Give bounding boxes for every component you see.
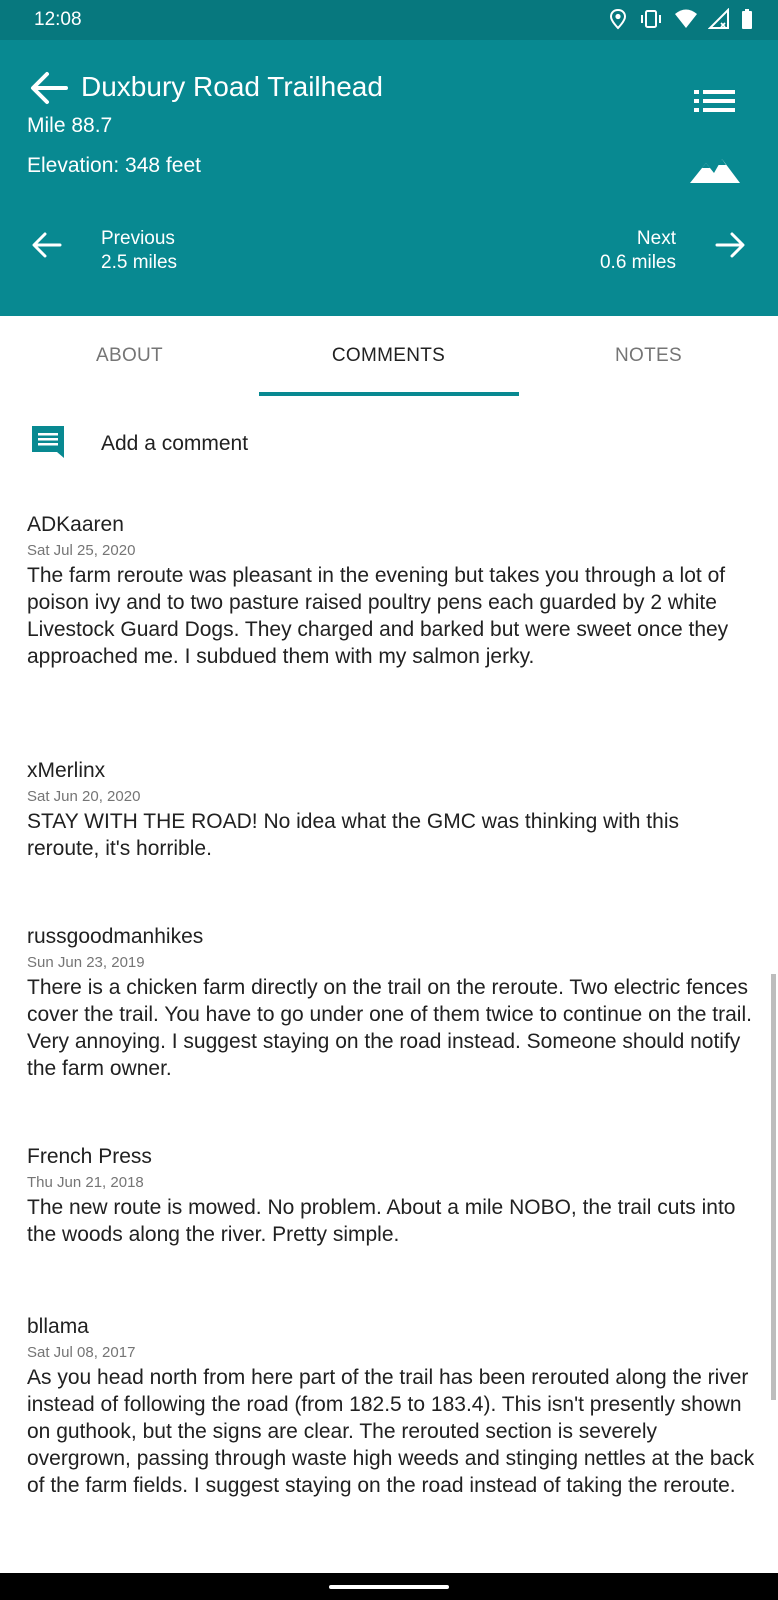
arrow-left-icon [31,72,68,104]
comment-date: Sun Jun 23, 2019 [27,954,145,971]
next-waypoint-button[interactable] [713,228,747,262]
mountain-icon [690,159,740,183]
tab-bar: ABOUT COMMENTS NOTES [0,316,778,396]
list-button[interactable] [692,82,740,122]
comment-icon [32,426,64,458]
previous-distance[interactable]: 2.5 miles [101,252,177,274]
status-bar: 12:08 [0,0,778,40]
vibrate-icon [641,10,661,28]
list-item: russgoodmanhikes Sun Jun 23, 2019 There … [27,922,757,1142]
previous-waypoint-button[interactable] [30,228,64,262]
battery-icon [742,9,752,29]
tab-comments[interactable]: COMMENTS [259,316,518,396]
active-tab-indicator [259,392,519,396]
previous-label[interactable]: Previous [101,228,175,250]
navigation-bar [0,1573,778,1600]
comment-date: Thu Jun 21, 2018 [27,1174,144,1191]
scrollbar[interactable] [771,974,776,1400]
comment-author: ADKaaren [27,513,124,536]
elevation-profile-button[interactable] [688,153,744,187]
comment-author: bllama [27,1315,89,1338]
list-item: ADKaaren Sat Jul 25, 2020 The farm rerou… [27,510,757,756]
comment-text: The new route is mowed. No problem. Abou… [27,1196,736,1246]
comment-text: The farm reroute was pleasant in the eve… [27,564,729,668]
comment-date: Sat Jul 25, 2020 [27,542,136,559]
tab-notes[interactable]: NOTES [519,316,778,396]
waypoint-header: Duxbury Road Trailhead Mile 88.7 Elevati… [0,40,778,316]
list-item: bllama Sat Jul 08, 2017 As you head nort… [27,1312,757,1499]
next-label[interactable]: Next [637,228,676,250]
comment-text: As you head north from here part of the … [27,1366,755,1497]
location-icon [609,8,627,30]
add-comment-label[interactable]: Add a comment [101,432,248,456]
mile-marker: Mile 88.7 [27,114,113,137]
tab-about[interactable]: ABOUT [0,316,259,396]
add-comment-button[interactable]: Add a comment [0,420,778,470]
back-button[interactable] [28,67,70,109]
wifi-icon [675,9,697,28]
comments-list: ADKaaren Sat Jul 25, 2020 The farm rerou… [27,510,757,1499]
list-item: French Press Thu Jun 21, 2018 The new ro… [27,1142,757,1312]
signal-icon [708,8,729,29]
status-time: 12:08 [34,9,82,30]
comment-text: There is a chicken farm directly on the … [27,976,752,1080]
comment-author: French Press [27,1145,152,1168]
comment-author: russgoodmanhikes [27,925,204,948]
list-icon [694,90,735,112]
elevation-label: Elevation: 348 feet [27,154,201,177]
home-handle[interactable] [329,1585,449,1589]
page-title: Duxbury Road Trailhead [81,71,383,102]
arrow-right-icon [715,232,745,258]
comment-date: Sat Jul 08, 2017 [27,1344,136,1361]
status-icons [608,8,754,30]
list-item: xMerlinx Sat Jun 20, 2020 STAY WITH THE … [27,756,757,922]
comment-text: STAY WITH THE ROAD! No idea what the GMC… [27,810,679,860]
next-distance[interactable]: 0.6 miles [600,252,676,274]
comment-author: xMerlinx [27,759,106,782]
comment-date: Sat Jun 20, 2020 [27,788,141,805]
arrow-left-icon [32,232,62,258]
